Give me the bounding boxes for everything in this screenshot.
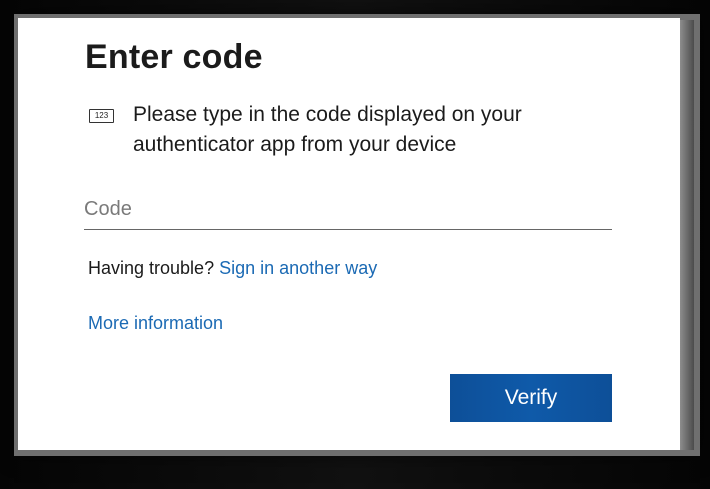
- trouble-label: Having trouble?: [88, 258, 215, 278]
- trouble-row: Having trouble? Sign in another way: [88, 258, 377, 279]
- numeric-code-icon: 123: [89, 109, 114, 123]
- sign-in-another-way-link[interactable]: Sign in another way: [219, 258, 377, 278]
- instruction-row: 123 Please type in the code displayed on…: [89, 100, 609, 160]
- dialog-edge-shadow: [680, 20, 694, 450]
- enter-code-dialog: Enter code 123 Please type in the code d…: [18, 18, 680, 450]
- page-title: Enter code: [85, 38, 263, 76]
- more-information-link[interactable]: More information: [88, 313, 223, 334]
- code-input[interactable]: [84, 190, 612, 230]
- instruction-text: Please type in the code displayed on you…: [133, 103, 522, 156]
- verify-button[interactable]: Verify: [450, 374, 612, 422]
